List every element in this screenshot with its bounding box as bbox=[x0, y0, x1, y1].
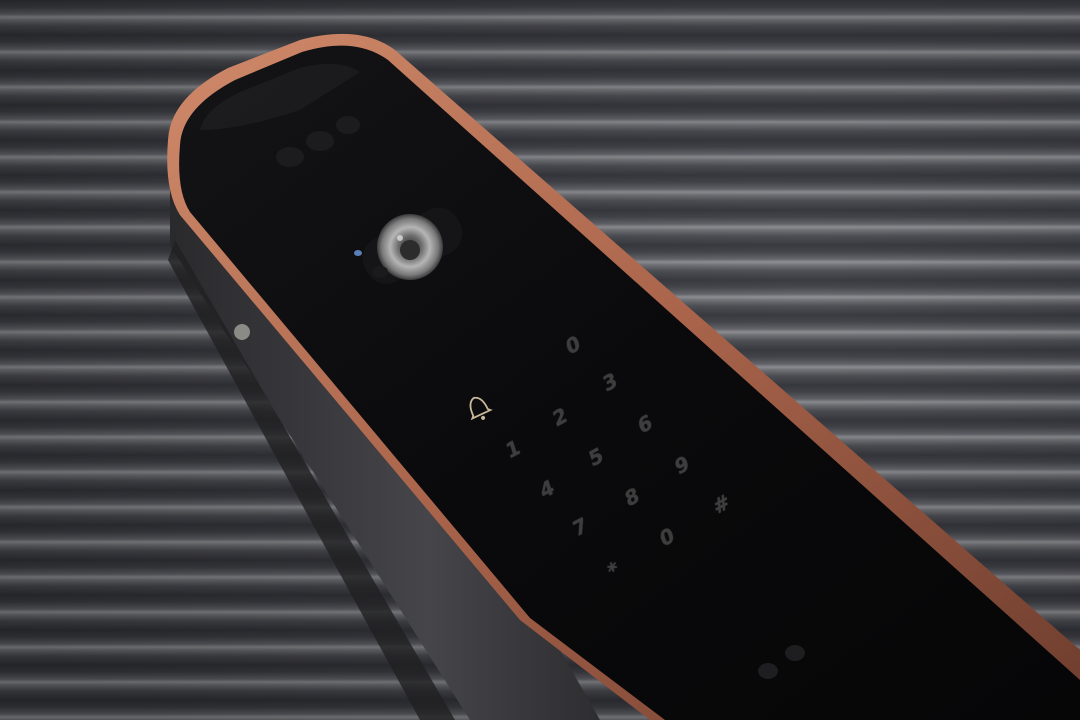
sensor-dot bbox=[306, 131, 334, 151]
sensor-dot bbox=[276, 147, 304, 167]
camera-glint bbox=[397, 235, 403, 241]
smart-lock bbox=[167, 33, 1080, 720]
side-screw bbox=[234, 324, 250, 340]
camera-lens-center bbox=[400, 240, 420, 260]
sensor-dot bbox=[336, 116, 360, 134]
indicator-led bbox=[354, 250, 362, 256]
sensor-dot bbox=[758, 663, 778, 679]
sensor-dot bbox=[785, 645, 805, 661]
sensor-dot bbox=[372, 266, 388, 278]
